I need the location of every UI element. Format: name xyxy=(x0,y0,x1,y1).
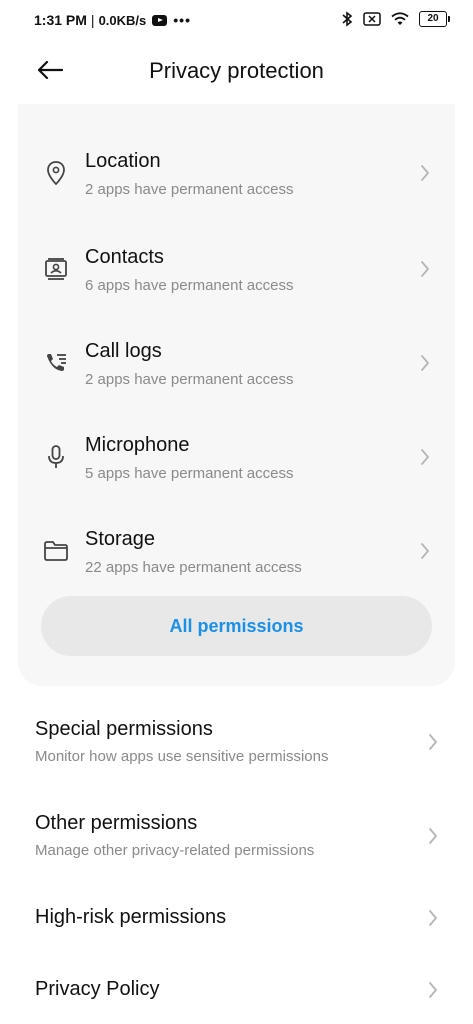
permission-subtitle: 6 apps have permanent access xyxy=(85,277,294,294)
permission-item-location[interactable]: Location 2 apps have permanent access xyxy=(18,120,455,200)
youtube-icon xyxy=(152,14,168,26)
permission-subtitle: 2 apps have permanent access xyxy=(85,371,294,388)
permission-item-contacts[interactable]: Contacts 6 apps have permanent access xyxy=(18,216,455,296)
chevron-right-icon xyxy=(426,908,440,928)
header: Privacy protection xyxy=(0,48,473,96)
status-time: 1:31 PM xyxy=(34,12,87,28)
permissions-card: Location 2 apps have permanent access Co… xyxy=(18,104,455,686)
chevron-right-icon xyxy=(418,541,432,561)
list-item-subtitle: Manage other privacy-related permissions xyxy=(35,842,315,859)
location-pin-icon xyxy=(43,160,69,186)
permission-item-storage[interactable]: Storage 22 apps have permanent access xyxy=(18,498,455,578)
list-item-title: Other permissions xyxy=(35,812,198,834)
list-item-special-permissions[interactable]: Special permissions Monitor how apps use… xyxy=(0,706,473,786)
more-notifications-icon: ••• xyxy=(173,12,191,28)
permission-title: Contacts xyxy=(85,246,164,268)
folder-icon xyxy=(43,538,69,564)
list-item-high-risk-permissions[interactable]: High-risk permissions xyxy=(0,892,473,948)
permission-subtitle: 22 apps have permanent access xyxy=(85,559,302,576)
screen: 1:31 PM | 0.0KB/s ••• 20 Privacy protect… xyxy=(0,0,473,1024)
status-left: 1:31 PM | 0.0KB/s ••• xyxy=(34,12,191,28)
list-item-privacy-policy[interactable]: Privacy Policy xyxy=(0,964,473,1020)
chevron-right-icon xyxy=(418,259,432,279)
list-item-title: Special permissions xyxy=(35,718,213,740)
status-separator: | xyxy=(90,12,95,28)
permission-title: Storage xyxy=(85,528,156,550)
permission-item-call-logs[interactable]: Call logs 2 apps have permanent access xyxy=(18,310,455,390)
status-right: 20 xyxy=(341,11,450,27)
permission-subtitle: 2 apps have permanent access xyxy=(85,181,294,198)
all-permissions-button[interactable]: All permissions xyxy=(41,596,432,656)
page-title: Privacy protection xyxy=(149,58,324,83)
bluetooth-icon xyxy=(341,11,353,27)
list-item-title: Privacy Policy xyxy=(35,978,160,1000)
status-bar: 1:31 PM | 0.0KB/s ••• 20 xyxy=(0,0,473,42)
list-item-title: High-risk permissions xyxy=(35,906,227,928)
permission-item-microphone[interactable]: Microphone 5 apps have permanent access xyxy=(18,404,455,484)
battery-icon: 20 xyxy=(419,11,450,27)
chevron-right-icon xyxy=(418,163,432,183)
chevron-right-icon xyxy=(426,826,440,846)
permission-title: Location xyxy=(85,150,161,172)
list-item-subtitle: Monitor how apps use sensitive permissio… xyxy=(35,748,329,765)
chevron-right-icon xyxy=(418,353,432,373)
permission-title: Call logs xyxy=(85,340,162,362)
network-speed: 0.0KB/s xyxy=(98,12,147,28)
microphone-icon xyxy=(43,444,69,470)
list-item-other-permissions[interactable]: Other permissions Manage other privacy-r… xyxy=(0,800,473,880)
permission-subtitle: 5 apps have permanent access xyxy=(85,465,294,482)
contacts-icon xyxy=(43,256,69,282)
no-sim-icon xyxy=(363,12,381,26)
chevron-right-icon xyxy=(418,447,432,467)
chevron-right-icon xyxy=(426,732,440,752)
permission-title: Microphone xyxy=(85,434,190,456)
call-log-icon xyxy=(43,350,69,376)
wifi-icon xyxy=(391,12,409,26)
chevron-right-icon xyxy=(426,980,440,1000)
